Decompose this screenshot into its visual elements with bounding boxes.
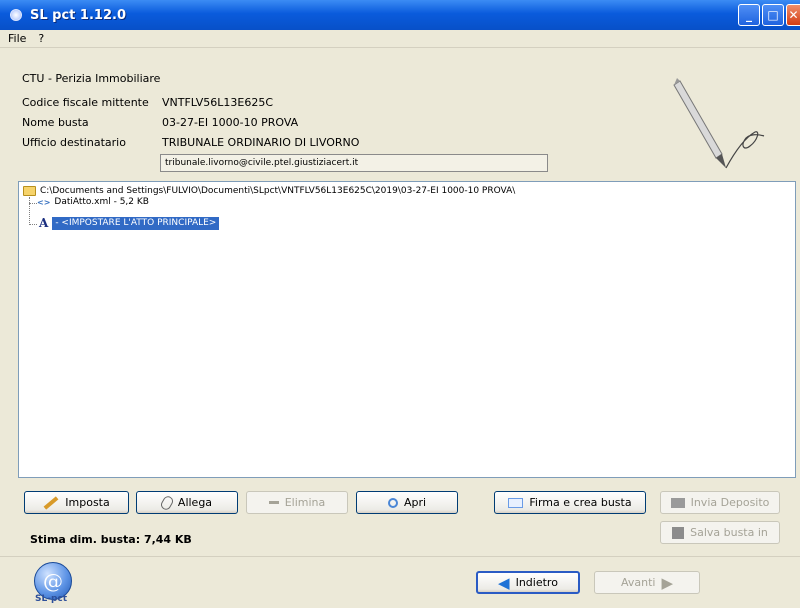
imposta-button[interactable]: Imposta — [24, 491, 129, 514]
salva-busta-button[interactable]: Salva busta in — [660, 521, 780, 544]
menu-bar: File ? — [0, 30, 800, 48]
field-value: 03-27-EI 1000-10 PROVA — [162, 116, 299, 129]
selected-file-label: - <IMPOSTARE L'ATTO PRINCIPALE> — [52, 216, 220, 230]
paperclip-icon — [159, 493, 175, 512]
menu-file[interactable]: File — [8, 32, 26, 45]
logo-symbol: @ — [43, 569, 63, 593]
avanti-label: Avanti — [620, 576, 656, 589]
arrow-left-icon: ◀ — [498, 573, 510, 592]
maximize-button[interactable]: □ — [762, 4, 784, 26]
menu-help[interactable]: ? — [38, 32, 44, 45]
allega-label: Allega — [177, 496, 213, 509]
field-label: Codice fiscale mittente — [22, 96, 149, 109]
envelope-size-estimate: Stima dim. busta: 7,44 KB — [30, 533, 192, 546]
field-codice-fiscale: Codice fiscale mittente VNTFLV56L13E625C — [22, 96, 273, 109]
allega-button[interactable]: Allega — [136, 491, 238, 514]
signature-pen-icon — [673, 78, 765, 169]
indietro-button[interactable]: ◀ Indietro — [476, 571, 580, 594]
salva-label: Salva busta in — [690, 526, 768, 539]
invia-label: Invia Deposito — [690, 496, 770, 509]
minimize-button[interactable]: _ — [738, 4, 760, 26]
apri-button[interactable]: Apri — [356, 491, 458, 514]
pec-address-field[interactable]: tribunale.livorno@civile.ptel.giustiziac… — [160, 154, 548, 172]
folder-icon — [23, 186, 36, 196]
arrow-right-icon: ▶ — [661, 573, 674, 592]
elimina-label: Elimina — [284, 496, 326, 509]
indietro-label: Indietro — [515, 576, 558, 589]
folder-path: C:\Documents and Settings\FULVIO\Documen… — [40, 186, 516, 196]
magnifier-icon — [387, 497, 398, 508]
field-label: Ufficio destinatario — [22, 136, 126, 149]
document-a-icon: A — [39, 216, 49, 230]
tree-root-folder[interactable]: C:\Documents and Settings\FULVIO\Documen… — [23, 186, 515, 196]
logo-text: SL-pct — [35, 594, 68, 604]
field-nome-busta: Nome busta 03-27-EI 1000-10 PROVA — [22, 116, 298, 129]
avanti-button[interactable]: Avanti ▶ — [594, 571, 700, 594]
envelope-icon — [508, 497, 524, 508]
close-button[interactable]: ✕ — [786, 4, 800, 26]
elimina-button[interactable]: Elimina — [246, 491, 348, 514]
invia-deposito-button[interactable]: Invia Deposito — [660, 491, 780, 514]
server-icon — [670, 497, 685, 508]
apri-label: Apri — [403, 496, 427, 509]
floppy-disk-icon — [672, 526, 685, 539]
tree-file-datiatto[interactable]: <> DatiAtto.xml - 5,2 KB — [37, 197, 149, 207]
minus-icon — [268, 501, 279, 504]
document-type: CTU - Perizia Immobiliare — [22, 72, 161, 85]
file-label: DatiAtto.xml - 5,2 KB — [54, 197, 149, 207]
imposta-label: Imposta — [65, 496, 110, 509]
firma-crea-busta-button[interactable]: Firma e crea busta — [494, 491, 646, 514]
field-value: VNTFLV56L13E625C — [162, 96, 273, 109]
pencil-icon — [43, 495, 59, 510]
title-bar: SL pct 1.12.0 _ □ ✕ — [0, 0, 800, 30]
field-ufficio: Ufficio destinatario TRIBUNALE ORDINARIO … — [22, 136, 359, 149]
firma-label: Firma e crea busta — [529, 496, 632, 509]
file-tree[interactable]: C:\Documents and Settings\FULVIO\Documen… — [18, 181, 796, 478]
field-label: Nome busta — [22, 116, 89, 129]
app-icon — [10, 9, 22, 21]
tree-file-atto-principale[interactable]: A - <IMPOSTARE L'ATTO PRINCIPALE> — [39, 216, 220, 230]
field-value: TRIBUNALE ORDINARIO DI LIVORNO — [162, 136, 360, 149]
xml-file-icon: <> — [37, 197, 51, 207]
window-title: SL pct 1.12.0 — [30, 7, 126, 23]
